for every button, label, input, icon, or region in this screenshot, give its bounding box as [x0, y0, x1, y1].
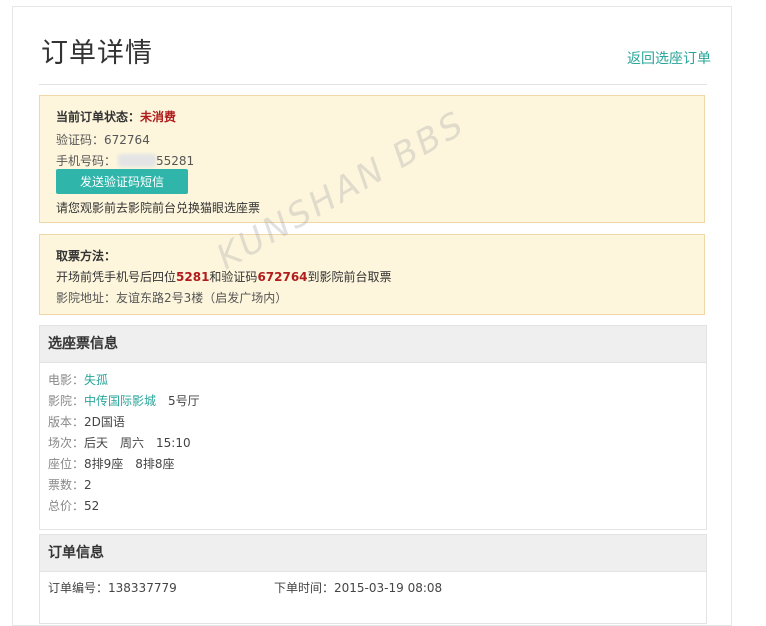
cinema-row: 影院：中传国际影城 5号厅	[48, 392, 200, 409]
pickup-instructions: 开场前凭手机号后四位5281和验证码672764到影院前台取票	[56, 268, 392, 285]
movie-link[interactable]: 失孤	[84, 373, 108, 387]
pickup-mid: 和验证码	[209, 270, 258, 284]
cinema-address-line: 影院地址：友谊东路2号3楼（启发广场内）	[56, 289, 287, 306]
ticket-count-label: 票数：	[48, 478, 85, 492]
version-label: 版本：	[48, 415, 85, 429]
order-number-label: 订单编号：	[48, 581, 109, 595]
verification-code-value: 672764	[104, 133, 150, 147]
hall-value: 5号厅	[168, 394, 200, 408]
phone-number-value: 55281	[156, 154, 195, 168]
seats-value: 8排9座 8排8座	[84, 457, 175, 471]
pickup-phone-digits: 5281	[176, 270, 210, 284]
order-time-row: 下单时间：2015-03-19 08:08	[274, 579, 442, 596]
phone-number-label: 手机号码：	[56, 154, 117, 168]
seats-row: 座位：8排9座 8排8座	[48, 455, 175, 472]
order-number-row: 订单编号：138337779	[48, 579, 177, 596]
pickup-suffix: 到影院前台取票	[307, 270, 392, 284]
exchange-hint: 请您观影前去影院前台兑换猫眼选座票	[56, 201, 261, 215]
cinema-link[interactable]: 中传国际影城	[84, 394, 156, 408]
version-row: 版本：2D国语	[48, 413, 125, 430]
phone-number-line: 手机号码： 55281	[56, 152, 194, 169]
cinema-address-value: 友谊东路2号3楼（启发广场内）	[116, 291, 288, 305]
order-status-label: 当前订单状态：	[56, 110, 141, 124]
phone-mask	[118, 154, 157, 167]
total-price-row: 总价：52	[48, 497, 99, 514]
verification-code-label: 验证码：	[56, 133, 105, 147]
order-info-panel-title: 订单信息	[40, 535, 706, 572]
seats-label: 座位：	[48, 457, 85, 471]
seat-ticket-panel: 选座票信息 电影：失孤 影院：中传国际影城 5号厅 版本：2D国语 场次：后天 周…	[39, 325, 707, 530]
cinema-address-label: 影院地址：	[56, 291, 117, 305]
order-time-label: 下单时间：	[274, 581, 335, 595]
order-time-value: 2015-03-19 08:08	[334, 581, 443, 595]
cinema-label: 影院：	[48, 394, 85, 408]
back-to-seat-orders-link[interactable]: 返回选座订单	[627, 48, 711, 68]
order-status-box: 当前订单状态：未消费 验证码：672764 手机号码： 55281 发送验证码短信…	[39, 95, 705, 223]
movie-label: 电影：	[48, 373, 85, 387]
ticket-count-value: 2	[84, 478, 92, 492]
seat-ticket-panel-title: 选座票信息	[40, 326, 706, 363]
title-divider	[39, 84, 707, 85]
total-price-label: 总价：	[48, 499, 85, 513]
pickup-code: 672764	[257, 270, 308, 284]
order-status-line: 当前订单状态：未消费	[56, 108, 176, 125]
pickup-title: 取票方法：	[56, 249, 117, 263]
showtime-label: 场次：	[48, 436, 85, 450]
order-number-value: 138337779	[108, 581, 177, 595]
movie-row: 电影：失孤	[48, 371, 108, 388]
page-title: 订单详情	[41, 38, 153, 69]
showtime-value: 后天 周六 15:10	[84, 436, 191, 450]
verification-code-line: 验证码：672764	[56, 131, 150, 148]
ticket-pickup-box: 取票方法： 开场前凭手机号后四位5281和验证码672764到影院前台取票 影院…	[39, 234, 705, 315]
showtime-row: 场次：后天 周六 15:10	[48, 434, 191, 451]
order-info-panel: 订单信息 订单编号：138337779 下单时间：2015-03-19 08:0…	[39, 534, 707, 624]
ticket-count-row: 票数：2	[48, 476, 92, 493]
order-status-value: 未消费	[140, 110, 177, 124]
version-value: 2D国语	[84, 415, 125, 429]
order-detail-card: 订单详情 返回选座订单 当前订单状态：未消费 验证码：672764 手机号码： 5…	[12, 6, 732, 626]
pickup-prefix: 开场前凭手机号后四位	[56, 270, 177, 284]
total-price-value: 52	[84, 499, 100, 513]
send-verification-sms-button[interactable]: 发送验证码短信	[56, 169, 188, 194]
